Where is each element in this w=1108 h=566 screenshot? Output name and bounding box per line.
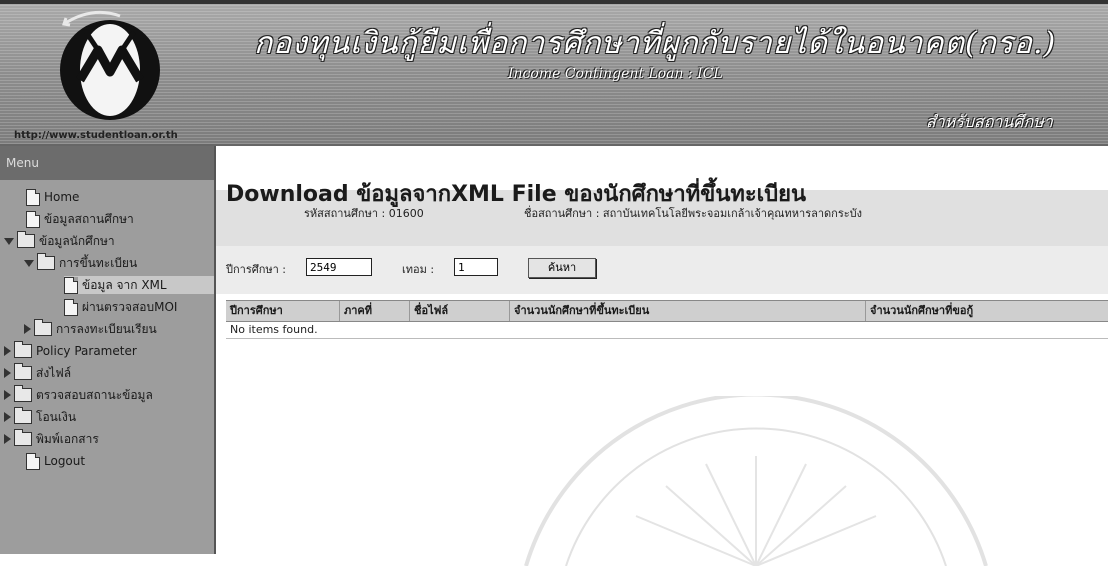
chevron-right-icon[interactable] <box>4 412 11 422</box>
sidebar-item-moi-check[interactable]: ผ่านตรวจสอบMOI <box>64 298 177 316</box>
sidebar-item-student-info[interactable]: ข้อมูลนักศึกษา <box>4 231 115 250</box>
site-subtitle: Income Contingent Loan : ICL <box>508 66 723 82</box>
search-button[interactable]: ค้นหา <box>528 258 596 278</box>
column-header-file-name[interactable]: ชื่อไฟล์ <box>410 301 510 321</box>
chevron-right-icon[interactable] <box>4 390 11 400</box>
folder-icon <box>14 341 32 358</box>
sidebar-item-enrollment[interactable]: การลงทะเบียนเรียน <box>24 319 157 338</box>
sidebar-item-registration[interactable]: การขึ้นทะเบียน <box>24 253 137 272</box>
term-input[interactable]: 1 <box>454 258 498 276</box>
sidebar-item-print-docs[interactable]: พิมพ์เอกสาร <box>4 429 99 448</box>
column-header-registered-count[interactable]: จำนวนนักศึกษาที่ขึ้นทะเบียน <box>510 301 866 321</box>
institution-name: ชื่อสถานศึกษา : สถาบันเทคโนโลยีพระจอมเกล… <box>524 207 862 220</box>
column-header-loan-request-count[interactable]: จำนวนนักศึกษาที่ขอกู้ <box>866 301 1108 321</box>
table-header: ปีการศึกษา ภาคที่ ชื่อไฟล์ จำนวนนักศึกษา… <box>226 300 1108 322</box>
chevron-right-icon[interactable] <box>4 368 11 378</box>
sidebar-item-institution-info[interactable]: ข้อมูลสถานศึกษา <box>26 210 134 228</box>
menu-heading: Menu <box>0 146 214 180</box>
academic-year-input[interactable]: 2549 <box>306 258 372 276</box>
folder-icon <box>14 407 32 424</box>
chevron-right-icon[interactable] <box>4 434 11 444</box>
empty-table-message: No items found. <box>226 321 1108 339</box>
audience-label: สำหรับสถานศึกษา <box>926 112 1053 131</box>
main-content: Download ข้อมูลจากXML File ของนักศึกษาที… <box>216 146 1108 566</box>
sidebar-item-policy-parameter[interactable]: Policy Parameter <box>4 341 137 360</box>
sidebar-item-logout[interactable]: Logout <box>26 452 85 470</box>
column-header-term[interactable]: ภาคที่ <box>340 301 410 321</box>
chevron-right-icon[interactable] <box>4 346 11 356</box>
folder-icon <box>14 385 32 402</box>
term-label: เทอม : <box>402 263 435 276</box>
sidebar-item-check-status[interactable]: ตรวจสอบสถานะข้อมูล <box>4 385 153 404</box>
institution-code: รหัสสถานศึกษา : 01600 <box>304 207 424 220</box>
document-icon <box>26 210 40 228</box>
chevron-down-icon[interactable] <box>24 259 34 267</box>
academic-year-label: ปีการศึกษา : <box>226 263 287 276</box>
sidebar-item-transfer[interactable]: โอนเงิน <box>4 407 76 426</box>
chevron-right-icon[interactable] <box>24 324 31 334</box>
folder-icon <box>14 429 32 446</box>
sidebar-item-send-file[interactable]: ส่งไฟล์ <box>4 363 71 382</box>
folder-icon <box>37 253 55 270</box>
header-banner: http://www.studentloan.or.th กองทุนเงินก… <box>0 0 1108 146</box>
document-icon <box>26 188 40 206</box>
site-title: กองทุนเงินกู้ยืมเพื่อการศึกษาที่ผูกกับรา… <box>254 26 1057 61</box>
sidebar-item-home[interactable]: Home <box>26 188 79 206</box>
document-icon <box>64 276 78 294</box>
logo[interactable]: http://www.studentloan.or.th <box>6 10 212 146</box>
column-header-academic-year[interactable]: ปีการศึกษา <box>226 301 340 321</box>
sidebar-item-xml-data[interactable]: ข้อมูล จาก XML <box>64 276 214 294</box>
document-icon <box>64 298 78 316</box>
folder-icon <box>17 231 35 248</box>
logo-url[interactable]: http://www.studentloan.or.th <box>14 130 178 141</box>
sidebar: Menu Home ข้อมูลสถานศึกษา ข้อมูลนักศึกษา… <box>0 146 216 554</box>
folder-icon <box>34 319 52 336</box>
document-icon <box>26 452 40 470</box>
folder-icon <box>14 363 32 380</box>
chevron-down-icon[interactable] <box>4 237 14 245</box>
kro-logo-icon <box>60 10 160 120</box>
emblem-watermark-icon <box>524 396 988 566</box>
